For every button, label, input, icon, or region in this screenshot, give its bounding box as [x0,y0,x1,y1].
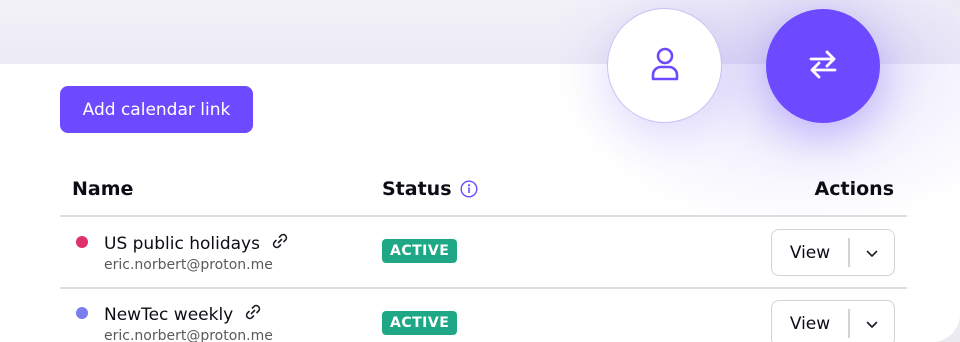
calendar-color-dot [76,307,88,319]
calendar-color-dot [76,236,88,248]
info-icon[interactable] [460,180,478,198]
chevron-down-icon [866,243,878,262]
header-divider [60,215,907,217]
view-action-group: View [771,300,895,342]
calendar-name: NewTec weekly [104,302,263,327]
calendar-name-label: US public holidays [104,233,260,254]
view-button[interactable]: View [772,230,848,275]
column-header-actions: Actions [814,178,894,200]
add-calendar-link-button[interactable]: Add calendar link [60,86,253,133]
calendar-name: US public holidays [104,231,290,256]
status-badge: ACTIVE [382,311,458,335]
column-header-name: Name [72,178,134,200]
user-avatar-button[interactable] [607,8,722,123]
column-header-status-label: Status [382,178,452,200]
more-actions-button[interactable] [850,301,895,342]
switch-button[interactable] [766,9,880,123]
calendar-owner-email: eric.norbert@proton.me [104,257,273,273]
link-icon[interactable] [270,231,290,256]
chevron-down-icon [866,314,878,333]
view-button[interactable]: View [772,301,848,342]
view-action-group: View [771,229,895,276]
more-actions-button[interactable] [850,230,895,275]
user-icon [650,46,680,86]
column-header-status: Status [382,178,478,200]
status-badge: ACTIVE [382,239,458,263]
calendar-name-label: NewTec weekly [104,304,234,325]
calendar-links-panel: Add calendar link Name Status Actions US… [0,0,960,342]
calendar-owner-email: eric.norbert@proton.me [104,328,273,342]
link-icon[interactable] [243,302,263,327]
row-divider [60,287,907,289]
arrows-swap-icon [806,47,840,85]
